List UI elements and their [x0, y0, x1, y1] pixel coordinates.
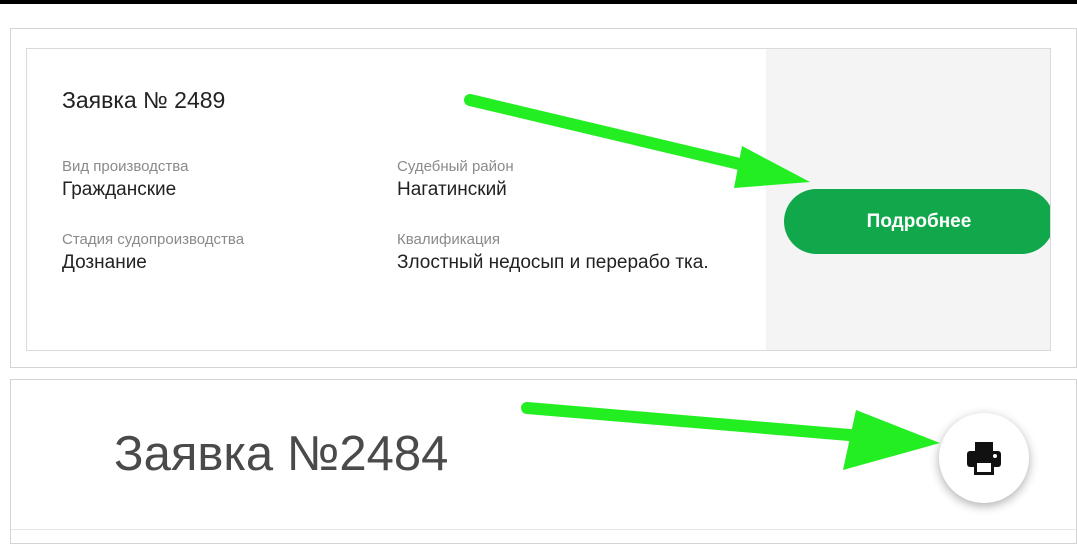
field-value: Злостный недосып и перерабо тка. — [397, 252, 709, 273]
field-stadiya: Стадия судопроизводства Дознание — [62, 230, 244, 276]
top-border — [0, 0, 1077, 4]
field-vid-proizvodstva: Вид производства Гражданские — [62, 157, 188, 203]
field-value: Дознание — [62, 252, 147, 273]
print-button[interactable] — [939, 413, 1029, 503]
page-title: Заявка №2484 — [114, 427, 449, 481]
application-card-2489: Заявка № 2489 Вид производства Гражданск… — [26, 48, 1051, 351]
application-panel-2484: Заявка №2484 — [10, 379, 1077, 544]
card-title: Заявка № 2489 — [62, 87, 226, 113]
printer-icon — [967, 442, 1001, 475]
application-panel-2489: Заявка № 2489 Вид производства Гражданск… — [10, 28, 1077, 368]
field-label: Стадия судопроизводства — [62, 231, 245, 248]
details-button[interactable]: Подробнее — [784, 189, 1050, 254]
field-label: Вид производства — [62, 158, 189, 175]
divider — [11, 529, 1076, 530]
field-value: Гражданские — [62, 179, 177, 200]
field-label: Судебный район — [397, 158, 514, 175]
field-value: Нагатинский — [397, 179, 507, 200]
field-sudebny-rayon: Судебный район Нагатинский — [397, 157, 514, 203]
field-kvalifikatsiya: Квалификация Злостный недосып и перерабо… — [397, 230, 742, 276]
field-label: Квалификация — [397, 231, 501, 248]
